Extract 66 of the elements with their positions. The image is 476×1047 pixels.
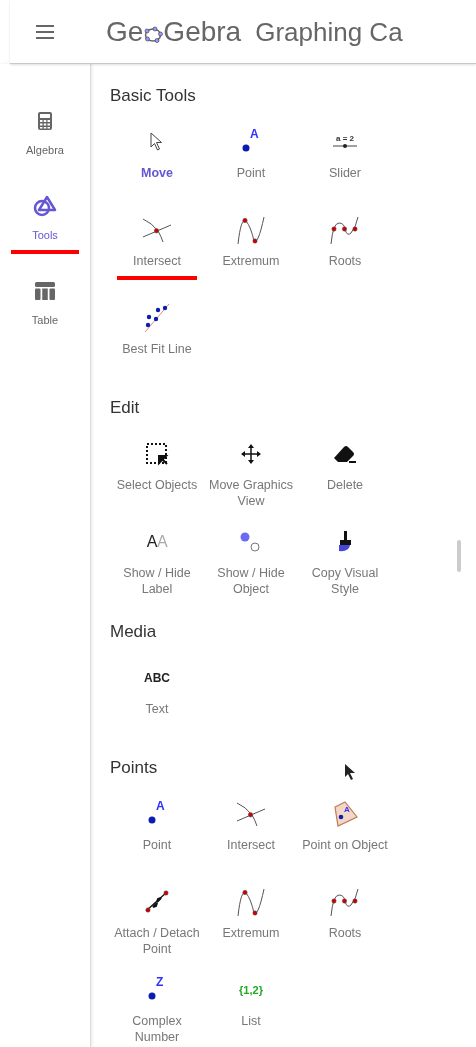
tool-button[interactable]: Select Objects	[110, 435, 204, 493]
point-letter: A	[156, 800, 165, 812]
point-letter: A	[344, 806, 350, 814]
app-title: Graphing Ca	[255, 18, 403, 45]
tool-button[interactable]: Roots	[298, 883, 392, 941]
rail-tab[interactable]: Tools	[32, 192, 58, 242]
selection-icon	[145, 442, 169, 466]
tool-button[interactable]: Intersect	[110, 211, 204, 269]
tool-button[interactable]: Show / Hide Object	[204, 523, 298, 597]
attach-point-icon	[143, 888, 171, 916]
eraser-icon	[332, 443, 358, 465]
menu-icon[interactable]	[36, 24, 54, 39]
intersect-icon	[142, 217, 172, 243]
tool-button[interactable]: A Point on Object	[298, 795, 392, 853]
best-fit-icon	[143, 303, 171, 333]
rail-tab[interactable]: Algebra	[26, 107, 64, 157]
roots-icon	[329, 215, 361, 245]
tool-button[interactable]: Intersect	[204, 795, 298, 853]
tool-button[interactable]: a = 2 Slider	[298, 123, 392, 181]
tool-button[interactable]: Roots	[298, 211, 392, 269]
arrow-cursor-icon	[149, 132, 165, 152]
tool-button[interactable]: Copy Visual Style	[298, 523, 392, 597]
extremum-icon	[236, 887, 266, 917]
tool-button[interactable]: A Point	[110, 795, 204, 853]
paintbrush-icon	[336, 530, 354, 554]
calculator-icon	[37, 111, 53, 131]
section-heading: Edit	[110, 397, 140, 420]
show-hide-dots-icon	[239, 531, 263, 553]
shapes-icon	[33, 195, 57, 217]
scrollbar[interactable]	[457, 540, 461, 572]
list-icon: {1,2}	[239, 984, 263, 996]
point-icon	[148, 992, 156, 1000]
rail-tab[interactable]: Table	[31, 277, 59, 327]
tool-button[interactable]: Z Complex Number	[110, 971, 204, 1045]
point-letter: A	[250, 128, 259, 140]
slider-icon	[333, 143, 357, 149]
tool-button[interactable]: AA Show / Hide Label	[110, 523, 204, 597]
extremum-icon	[236, 215, 266, 245]
point-letter: Z	[156, 976, 164, 988]
mouse-pointer-icon	[344, 763, 356, 781]
tool-button[interactable]: ABC Text	[110, 659, 204, 717]
slider-caption: a = 2	[336, 135, 354, 143]
text-tool-icon: ABC	[144, 672, 170, 684]
move-arrows-icon	[240, 443, 262, 465]
tool-button[interactable]: Extremum	[204, 211, 298, 269]
point-on-polygon-icon	[331, 801, 359, 827]
point-icon	[242, 144, 250, 152]
point-icon	[148, 816, 156, 824]
label-letters-icon: AA	[146, 534, 168, 550]
section-heading: Media	[110, 621, 157, 644]
roots-icon	[329, 887, 361, 917]
tool-button[interactable]: Move Graphics View	[204, 435, 298, 509]
tool-button[interactable]: Delete	[298, 435, 392, 493]
intersect-icon	[236, 801, 266, 827]
section-heading: Points	[110, 757, 158, 780]
tool-button[interactable]: A Point	[204, 123, 298, 181]
tool-button[interactable]: {1,2} List	[204, 971, 298, 1029]
section-heading: Basic Tools	[110, 85, 196, 108]
tool-button[interactable]: Move	[110, 123, 204, 181]
logo-text: Gebra	[163, 17, 242, 46]
logo-icon	[143, 24, 164, 43]
tool-button[interactable]: Attach / Detach Point	[110, 883, 204, 957]
tool-button[interactable]: Best Fit Line	[110, 299, 204, 357]
logo-text: Ge	[106, 17, 144, 46]
table-icon	[34, 281, 56, 301]
tool-button[interactable]: Extremum	[204, 883, 298, 941]
